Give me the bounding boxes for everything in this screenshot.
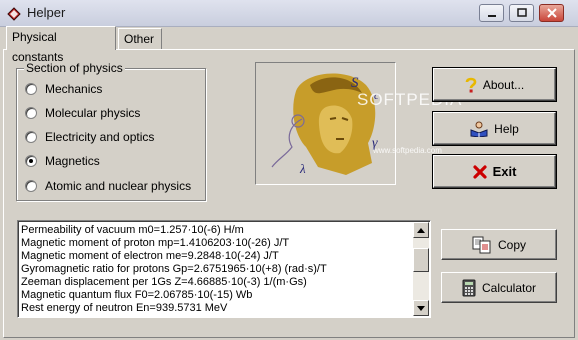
- exit-button-label: Exit: [492, 164, 517, 179]
- helper-book-icon: [7, 7, 21, 21]
- copy-button-label: Copy: [497, 237, 526, 252]
- list-item[interactable]: Gyromagnetic ratio for protons Gp=2.6751…: [21, 263, 327, 276]
- tab-label: Physical constants: [12, 30, 64, 64]
- svg-text:S: S: [351, 75, 359, 91]
- list-scrollbar[interactable]: [413, 222, 429, 316]
- radio-button[interactable]: [25, 83, 37, 95]
- minimize-button[interactable]: [479, 4, 504, 22]
- watermark-url: www.softpedia.com: [373, 146, 442, 155]
- radio-button[interactable]: [25, 155, 37, 167]
- arrow-down-icon: [417, 305, 425, 311]
- about-button[interactable]: About...: [433, 68, 556, 101]
- title-bar[interactable]: Helper: [0, 0, 578, 27]
- window-title: Helper: [27, 5, 66, 20]
- radio-label: Molecular physics: [45, 106, 141, 120]
- scroll-up-button[interactable]: [413, 222, 429, 238]
- help-button-label: Help: [494, 121, 519, 136]
- maximize-icon: [516, 8, 527, 17]
- logo-picture: S c γ λ: [255, 62, 396, 185]
- tab-physical-constants[interactable]: Physical constants: [6, 26, 116, 64]
- svg-text:λ: λ: [299, 161, 306, 176]
- radio-label: Magnetics: [45, 154, 100, 168]
- maximize-button[interactable]: [509, 4, 534, 22]
- scroll-down-button[interactable]: [413, 300, 429, 316]
- radio-selected-dot: [29, 159, 33, 163]
- radio-mechanics[interactable]: Mechanics: [25, 81, 102, 97]
- radio-label: Electricity and optics: [45, 130, 155, 144]
- calculator-icon: [462, 279, 476, 296]
- radio-label: Atomic and nuclear physics: [45, 179, 192, 193]
- radio-atomic-nuclear[interactable]: Atomic and nuclear physics: [25, 178, 191, 194]
- red-x-icon: [472, 164, 487, 179]
- radio-molecular-physics[interactable]: Molecular physics: [25, 105, 140, 121]
- about-button-label: About...: [482, 77, 525, 92]
- list-item[interactable]: Magnetic quantum flux F0=2.06785·10(-15)…: [21, 289, 252, 302]
- help-button[interactable]: Help: [433, 112, 556, 145]
- radio-magnetics[interactable]: Magnetics: [25, 153, 100, 169]
- calculator-button-label: Calculator: [481, 280, 537, 295]
- list-item[interactable]: Magnetic moment of electron me=9.2848·10…: [21, 250, 279, 263]
- list-item[interactable]: Permeability of vacuum m0=1.257·10(-6) H…: [21, 224, 244, 237]
- question-mark-icon: [465, 77, 477, 92]
- close-icon: [546, 8, 557, 18]
- arrow-up-icon: [417, 227, 425, 233]
- tab-label: Other: [124, 32, 155, 46]
- radio-button[interactable]: [25, 107, 37, 119]
- constants-listbox[interactable]: Permeability of vacuum m0=1.257·10(-6) H…: [17, 220, 431, 318]
- exit-button[interactable]: Exit: [433, 155, 556, 188]
- list-item[interactable]: Magnetic moment of proton mp=1.4106203·1…: [21, 237, 289, 250]
- radio-label: Mechanics: [45, 82, 103, 96]
- close-window-button[interactable]: [539, 4, 564, 22]
- calculator-button[interactable]: Calculator: [441, 272, 557, 303]
- copy-button[interactable]: Copy: [441, 229, 557, 260]
- minimize-icon: [487, 15, 496, 17]
- scroll-thumb[interactable]: [413, 248, 429, 272]
- list-item[interactable]: Zeeman displacement per 1Gs Z=4.66885·10…: [21, 276, 307, 289]
- tab-other[interactable]: Other: [118, 28, 162, 50]
- radio-electricity-optics[interactable]: Electricity and optics: [25, 129, 154, 145]
- list-item[interactable]: Rest energy of neutron En=939.5731 MeV: [21, 302, 227, 315]
- copy-documents-icon: [472, 236, 491, 253]
- help-book-icon: [470, 121, 488, 137]
- radio-button[interactable]: [25, 131, 37, 143]
- radio-button[interactable]: [25, 180, 37, 192]
- statue-logo-image: S c γ λ: [256, 63, 395, 184]
